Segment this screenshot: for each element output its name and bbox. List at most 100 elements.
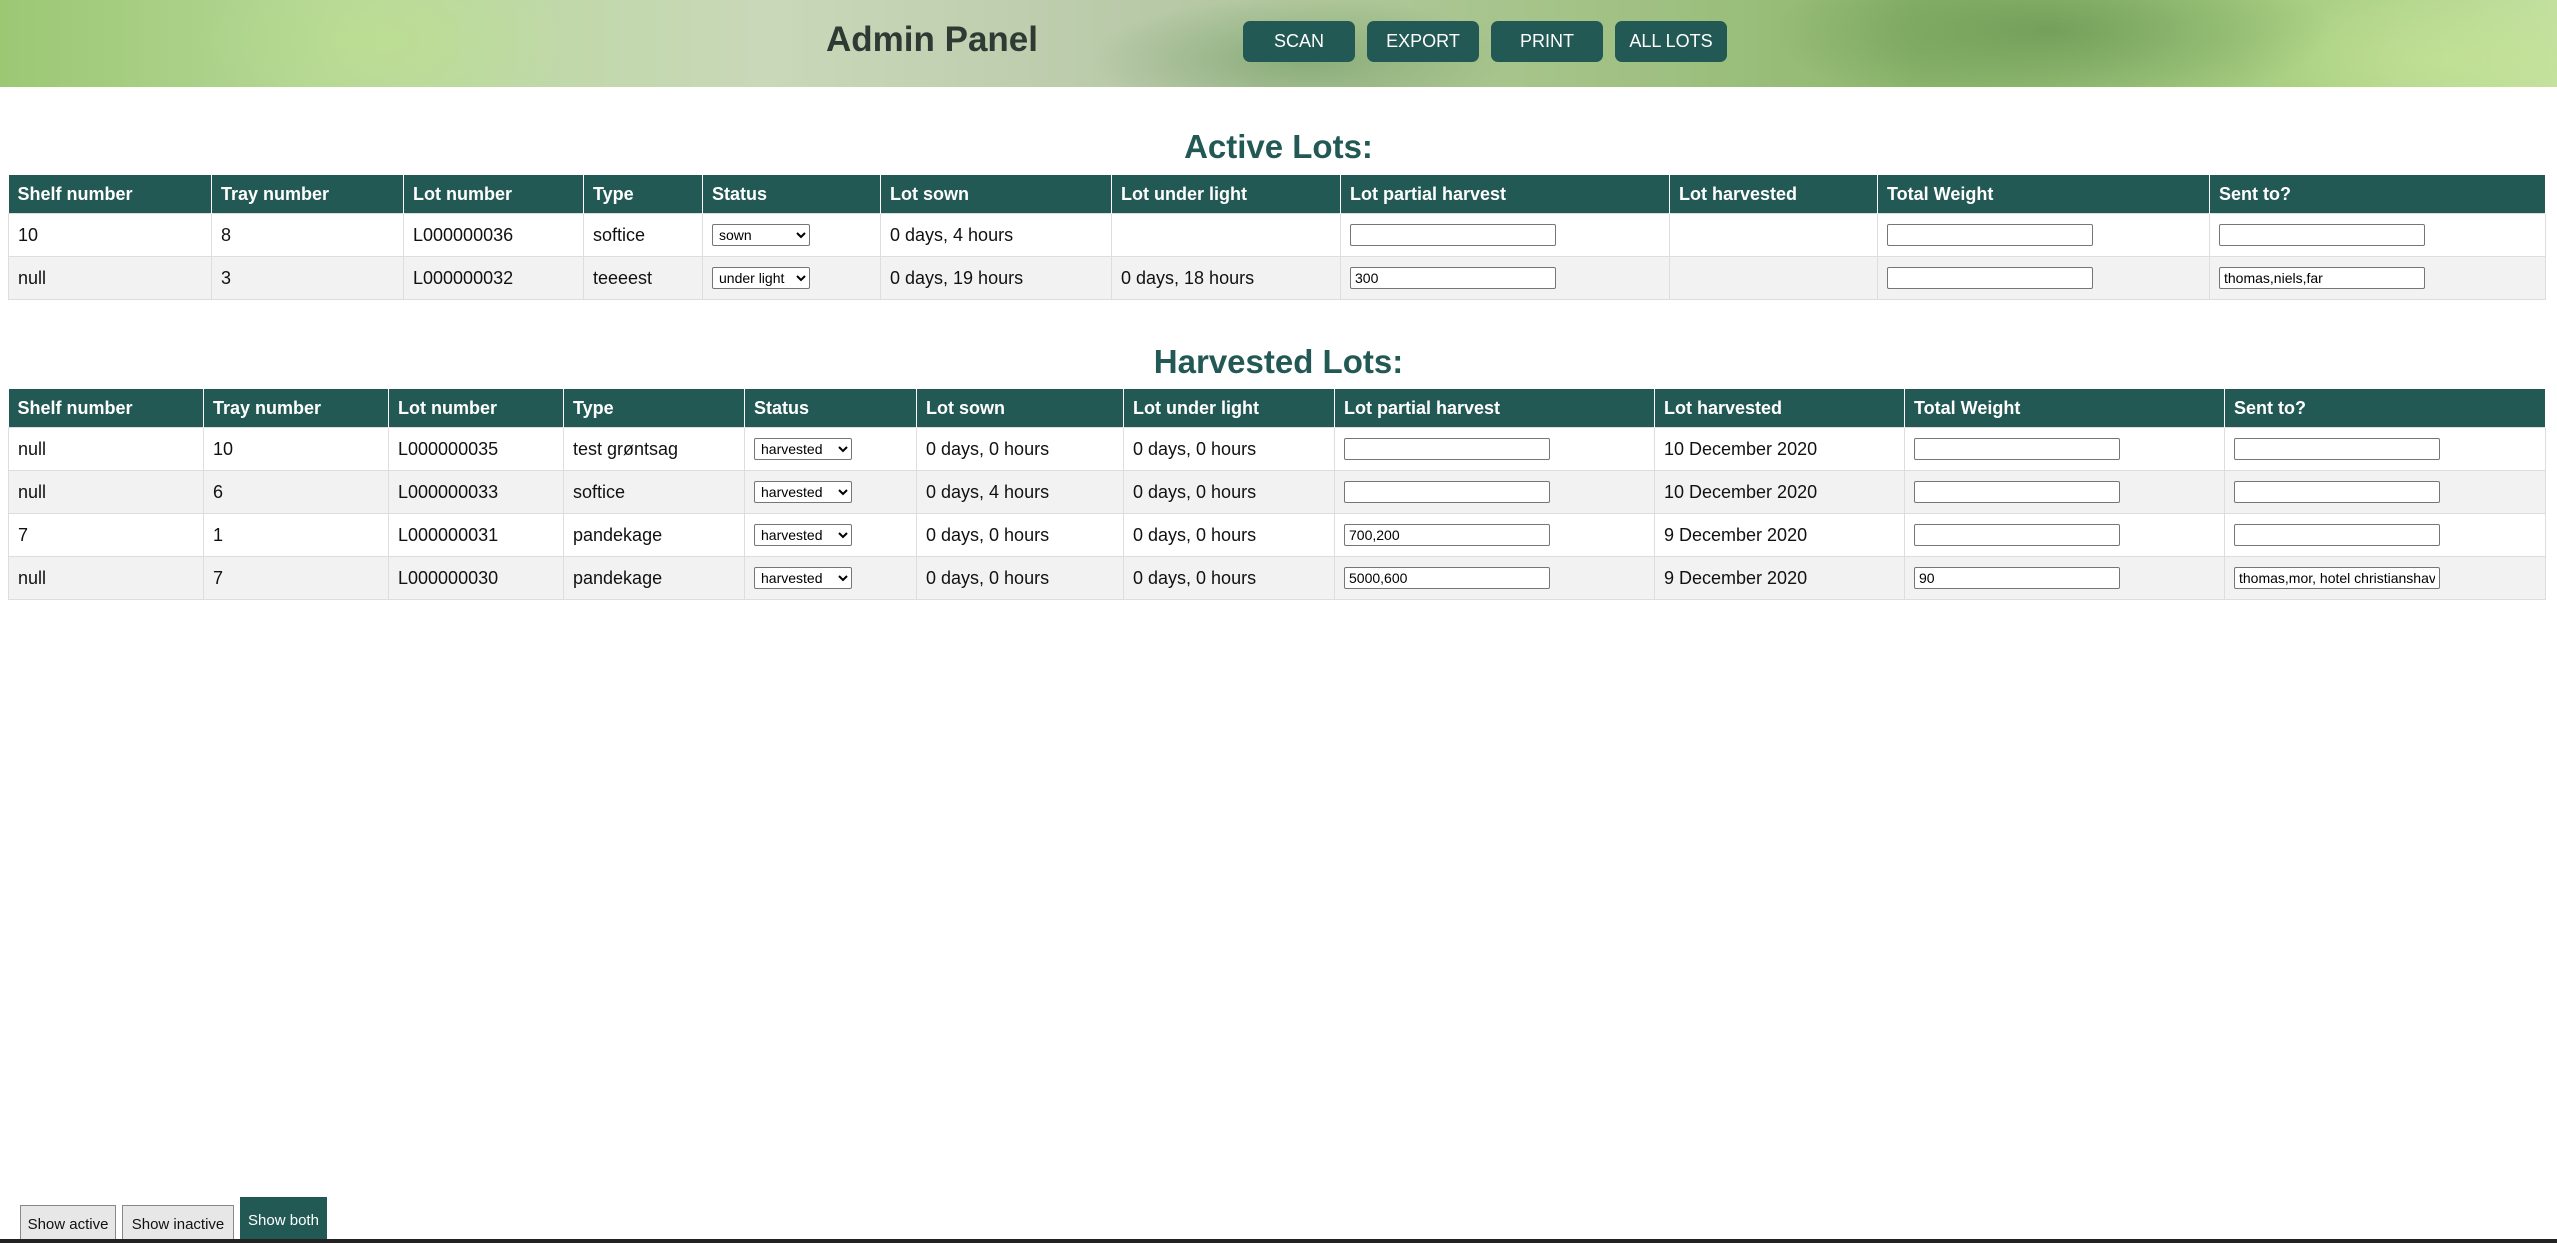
partial-harvest-input[interactable] (1344, 524, 1550, 546)
tray-cell: 7 (203, 556, 389, 600)
status-select[interactable]: sown (712, 224, 810, 246)
scan-button[interactable]: SCAN (1243, 21, 1355, 62)
total-weight-input[interactable] (1887, 224, 2093, 246)
partial-harvest-input[interactable] (1350, 224, 1556, 246)
status-select[interactable]: harvested (754, 524, 852, 546)
table-row: null 6 L000000033 softice harvested 0 da… (8, 470, 2546, 514)
shelf-cell: 7 (8, 513, 204, 557)
status-select[interactable]: harvested (754, 438, 852, 460)
sent-to-input[interactable] (2234, 524, 2440, 546)
export-button[interactable]: EXPORT (1367, 21, 1479, 62)
show-both-button[interactable]: Show both (240, 1197, 327, 1243)
weight-cell (1904, 556, 2225, 600)
shelf-cell: 10 (8, 213, 212, 257)
lot-cell: L000000036 (403, 213, 584, 257)
sent-to-cell (2209, 256, 2546, 300)
type-cell: pandekage (563, 556, 745, 600)
column-header-under-light: Lot under light (1123, 389, 1335, 428)
partial-harvest-input[interactable] (1344, 438, 1550, 460)
table-header-row: Shelf number Tray number Lot number Type… (8, 389, 2546, 428)
table-row: null 7 L000000030 pandekage harvested 0 … (8, 556, 2546, 600)
partial-harvest-cell (1334, 470, 1655, 514)
status-cell: harvested (744, 556, 917, 600)
column-header-tray: Tray number (211, 175, 404, 214)
status-select[interactable]: harvested (754, 567, 852, 589)
sent-to-input[interactable] (2234, 481, 2440, 503)
partial-harvest-cell (1334, 427, 1655, 471)
all-lots-button[interactable]: ALL LOTS (1615, 21, 1727, 62)
partial-harvest-cell (1340, 256, 1670, 300)
sent-to-input[interactable] (2234, 567, 2440, 589)
column-header-lot: Lot number (403, 175, 584, 214)
sown-cell: 0 days, 19 hours (880, 256, 1112, 300)
column-header-shelf: Shelf number (8, 389, 204, 428)
sown-cell: 0 days, 0 hours (916, 427, 1124, 471)
tray-cell: 10 (203, 427, 389, 471)
sent-to-input[interactable] (2234, 438, 2440, 460)
column-header-under-light: Lot under light (1111, 175, 1341, 214)
status-cell: harvested (744, 427, 917, 471)
sent-to-input[interactable] (2219, 267, 2425, 289)
under-light-cell: 0 days, 0 hours (1123, 427, 1335, 471)
weight-cell (1904, 470, 2225, 514)
type-cell: pandekage (563, 513, 745, 557)
active-lots-title: Active Lots: (1184, 128, 1373, 165)
status-select[interactable]: harvested (754, 481, 852, 503)
table-row: null 3 L000000032 teeeest under light 0 … (8, 256, 2546, 300)
lot-cell: L000000033 (388, 470, 564, 514)
sent-to-cell (2209, 213, 2546, 257)
under-light-cell: 0 days, 18 hours (1111, 256, 1341, 300)
shelf-cell: null (8, 470, 204, 514)
show-active-button[interactable]: Show active (20, 1205, 116, 1243)
total-weight-input[interactable] (1914, 524, 2120, 546)
partial-harvest-cell (1340, 213, 1670, 257)
column-header-partial-harvest: Lot partial harvest (1334, 389, 1655, 428)
partial-harvest-cell (1334, 556, 1655, 600)
column-header-partial-harvest: Lot partial harvest (1340, 175, 1670, 214)
total-weight-input[interactable] (1914, 438, 2120, 460)
status-select[interactable]: under light (712, 267, 810, 289)
print-button[interactable]: PRINT (1491, 21, 1603, 62)
sent-to-cell (2224, 470, 2546, 514)
partial-harvest-input[interactable] (1350, 267, 1556, 289)
harvested-cell: 9 December 2020 (1654, 513, 1905, 557)
column-header-lot: Lot number (388, 389, 564, 428)
shelf-cell: null (8, 256, 212, 300)
status-cell: sown (702, 213, 881, 257)
column-header-weight: Total Weight (1904, 389, 2225, 428)
column-header-sent-to: Sent to? (2209, 175, 2546, 214)
sent-to-input[interactable] (2219, 224, 2425, 246)
lot-cell: L000000030 (388, 556, 564, 600)
sown-cell: 0 days, 0 hours (916, 513, 1124, 557)
total-weight-input[interactable] (1887, 267, 2093, 289)
weight-cell (1877, 256, 2210, 300)
sown-cell: 0 days, 4 hours (880, 213, 1112, 257)
partial-harvest-cell (1334, 513, 1655, 557)
column-header-status: Status (744, 389, 917, 428)
tray-cell: 3 (211, 256, 404, 300)
footer-divider (0, 1239, 2557, 1243)
column-header-tray: Tray number (203, 389, 389, 428)
tray-cell: 6 (203, 470, 389, 514)
total-weight-input[interactable] (1914, 567, 2120, 589)
partial-harvest-input[interactable] (1344, 481, 1550, 503)
sown-cell: 0 days, 4 hours (916, 470, 1124, 514)
partial-harvest-input[interactable] (1344, 567, 1550, 589)
status-cell: harvested (744, 513, 917, 557)
total-weight-input[interactable] (1914, 481, 2120, 503)
page-title: Admin Panel (826, 20, 1038, 59)
shelf-cell: null (8, 556, 204, 600)
show-inactive-button[interactable]: Show inactive (122, 1205, 234, 1243)
table-row: 10 8 L000000036 softice sown 0 days, 4 h… (8, 213, 2546, 257)
column-header-sent-to: Sent to? (2224, 389, 2546, 428)
harvested-lots-title: Harvested Lots: (1153, 343, 1404, 380)
sent-to-cell (2224, 427, 2546, 471)
sown-cell: 0 days, 0 hours (916, 556, 1124, 600)
active-lots-table: Shelf number Tray number Lot number Type… (8, 175, 2546, 300)
status-cell: under light (702, 256, 881, 300)
harvested-cell: 9 December 2020 (1654, 556, 1905, 600)
lot-cell: L000000032 (403, 256, 584, 300)
table-header-row: Shelf number Tray number Lot number Type… (8, 175, 2546, 214)
type-cell: test grøntsag (563, 427, 745, 471)
type-cell: teeeest (583, 256, 703, 300)
